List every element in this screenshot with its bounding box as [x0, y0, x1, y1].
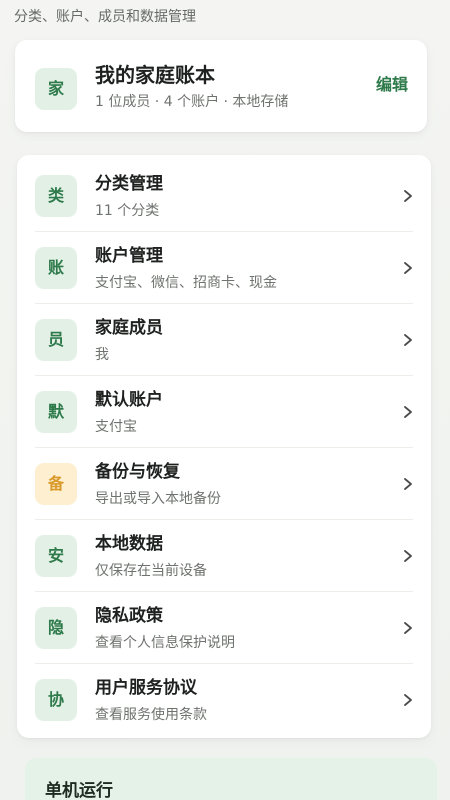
settings-item-backup[interactable]: 备 备份与恢复 导出或导入本地备份 — [17, 448, 431, 520]
chevron-right-icon — [404, 406, 412, 418]
chevron-right-icon — [404, 262, 412, 274]
settings-item-accounts[interactable]: 账 账户管理 支付宝、微信、招商卡、现金 — [17, 232, 431, 304]
settings-item-description: 查看服务使用条款 — [95, 707, 207, 723]
chevron-right-icon — [404, 694, 412, 706]
settings-item-description: 支付宝 — [95, 419, 137, 435]
accounts-icon: 账 — [35, 247, 77, 289]
settings-item-title: 家庭成员 — [95, 318, 163, 338]
settings-item-members[interactable]: 员 家庭成员 我 — [17, 304, 431, 376]
members-icon: 员 — [35, 319, 77, 361]
settings-item-description: 查看个人信息保护说明 — [95, 635, 235, 651]
chevron-right-icon — [404, 550, 412, 562]
edit-ledger-button[interactable]: 编辑 — [376, 74, 408, 96]
local-data-icon: 安 — [35, 535, 77, 577]
settings-item-title: 备份与恢复 — [95, 462, 180, 482]
settings-screen: 分类、账户、成员和数据管理 家 我的家庭账本 1 位成员 · 4 个账户 · 本… — [0, 0, 450, 800]
chevron-right-icon — [404, 478, 412, 490]
settings-item-description: 仅保存在当前设备 — [95, 563, 207, 579]
settings-list: 类 分类管理 11 个分类 账 账户管理 支付宝、微信、招商卡、现金 员 家庭成… — [17, 155, 431, 738]
ledger-home-icon: 家 — [35, 68, 77, 110]
privacy-icon: 隐 — [35, 607, 77, 649]
ledger-title: 我的家庭账本 — [95, 63, 215, 87]
chevron-right-icon — [404, 190, 412, 202]
backup-icon: 备 — [35, 463, 77, 505]
offline-mode-title: 单机运行 — [45, 781, 113, 800]
settings-item-title: 隐私政策 — [95, 606, 163, 626]
categories-icon: 类 — [35, 175, 77, 217]
settings-item-description: 导出或导入本地备份 — [95, 491, 221, 507]
page-subtitle: 分类、账户、成员和数据管理 — [14, 9, 196, 25]
settings-item-title: 默认账户 — [95, 390, 163, 410]
settings-item-description: 支付宝、微信、招商卡、现金 — [95, 275, 277, 291]
agreement-icon: 协 — [35, 679, 77, 721]
settings-item-categories[interactable]: 类 分类管理 11 个分类 — [17, 160, 431, 232]
settings-item-privacy-policy[interactable]: 隐 隐私政策 查看个人信息保护说明 — [17, 592, 431, 664]
settings-item-title: 用户服务协议 — [95, 678, 197, 698]
settings-item-description: 我 — [95, 347, 109, 363]
settings-item-default-account[interactable]: 默 默认账户 支付宝 — [17, 376, 431, 448]
settings-item-description: 11 个分类 — [95, 203, 160, 219]
ledger-summary: 1 位成员 · 4 个账户 · 本地存储 — [95, 94, 289, 110]
chevron-right-icon — [404, 622, 412, 634]
settings-item-user-agreement[interactable]: 协 用户服务协议 查看服务使用条款 — [17, 664, 431, 736]
offline-mode-card: 单机运行 — [25, 758, 437, 800]
default-account-icon: 默 — [35, 391, 77, 433]
settings-item-local-data[interactable]: 安 本地数据 仅保存在当前设备 — [17, 520, 431, 592]
ledger-card: 家 我的家庭账本 1 位成员 · 4 个账户 · 本地存储 编辑 — [15, 40, 427, 132]
settings-item-title: 分类管理 — [95, 174, 163, 194]
chevron-right-icon — [404, 334, 412, 346]
settings-item-title: 账户管理 — [95, 246, 163, 266]
settings-item-title: 本地数据 — [95, 534, 163, 554]
